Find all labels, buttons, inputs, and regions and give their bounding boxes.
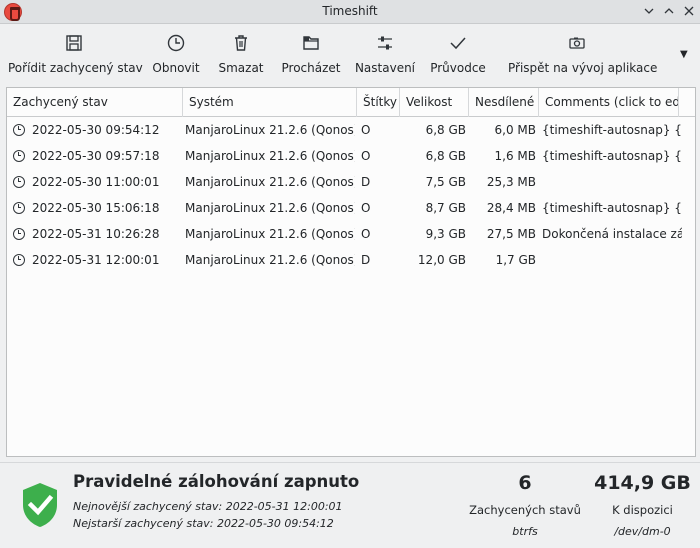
trash-icon — [235, 35, 247, 51]
snapshot-date: 2022-05-30 15:06:18 — [32, 201, 160, 215]
column-header-system[interactable]: Systém — [183, 88, 357, 117]
comment-cell[interactable] — [542, 247, 682, 273]
table-row[interactable]: 2022-05-31 12:00:01 ManjaroLinux 21.2.6 … — [7, 247, 695, 273]
restore-button[interactable]: Obnovit — [148, 33, 204, 77]
system-cell: ManjaroLinux 21.2.6 (Qonos) — [185, 253, 355, 267]
delete-label: Smazat — [218, 61, 264, 75]
donate-label: Přispět na vývoj aplikace — [508, 61, 658, 75]
settings-sliders-icon — [378, 36, 392, 50]
table-row[interactable]: 2022-05-30 09:57:18 ManjaroLinux 21.2.6 … — [7, 143, 695, 169]
unshared-cell: 1,6 MB — [494, 149, 536, 163]
oldest-snapshot-text: Nejstarší zachycený stav: 2022-05-30 09:… — [73, 517, 334, 530]
comment-cell[interactable] — [542, 169, 682, 195]
device-text: /dev/dm-0 — [614, 525, 671, 538]
wizard-button[interactable]: Průvodce — [428, 33, 488, 77]
toolbar-overflow-button[interactable]: ▼ — [680, 49, 688, 60]
shield-check-icon — [23, 483, 57, 527]
title-bar: Timeshift — [0, 0, 700, 24]
folder-icon — [303, 36, 319, 50]
toolbar: Pořídit zachycený stav Obnovit Smazat Pr… — [0, 25, 700, 81]
unshared-cell: 28,4 MB — [486, 201, 536, 215]
clock-icon — [13, 228, 25, 240]
chevron-down-icon — [644, 8, 654, 14]
system-cell: ManjaroLinux 21.2.6 (Qonos) — [185, 123, 355, 137]
column-header-unshared[interactable]: Nesdílené — [469, 88, 539, 117]
browse-label: Procházet — [281, 61, 341, 75]
comment-cell[interactable]: {timeshift-autosnap} {c... — [542, 143, 682, 169]
comment-cell[interactable]: {timeshift-autosnap} {c... — [542, 117, 682, 143]
column-header-size[interactable]: Velikost — [400, 88, 469, 117]
snapshot-date: 2022-05-31 10:26:28 — [32, 227, 160, 241]
save-icon — [66, 35, 82, 51]
tags-cell: D — [361, 175, 371, 189]
tags-cell: O — [361, 149, 371, 163]
minimize-button[interactable] — [640, 2, 658, 20]
column-header-tags[interactable]: Štítky — [357, 88, 400, 117]
status-panel: Pravidelné zálohování zapnuto Nejnovější… — [0, 462, 700, 548]
comment-cell[interactable]: {timeshift-autosnap} {c... — [542, 195, 682, 221]
size-cell: 6,8 GB — [425, 149, 466, 163]
settings-button[interactable]: Nastavení — [354, 33, 416, 77]
column-header-snapshot[interactable]: Zachycený stav — [7, 88, 183, 117]
size-cell: 7,5 GB — [425, 175, 466, 189]
maximize-button[interactable] — [660, 2, 678, 20]
clock-icon — [13, 124, 25, 136]
close-icon — [684, 6, 694, 16]
snapshot-date: 2022-05-30 09:54:12 — [32, 123, 160, 137]
create-snapshot-label: Pořídit zachycený stav — [8, 61, 143, 75]
snapshot-count-label: Zachycených stavů — [469, 503, 581, 517]
table-row[interactable]: 2022-05-30 09:54:12 ManjaroLinux 21.2.6 … — [7, 117, 695, 143]
snapshot-date: 2022-05-30 09:57:18 — [32, 149, 160, 163]
size-cell: 6,8 GB — [425, 123, 466, 137]
size-cell: 8,7 GB — [425, 201, 466, 215]
column-header-comments[interactable]: Comments (click to edit) — [539, 88, 679, 117]
restore-clock-icon — [167, 34, 185, 52]
wizard-label: Průvodce — [430, 61, 486, 75]
window-title: Timeshift — [322, 4, 378, 18]
newest-snapshot-text: Nejnovější zachycený stav: 2022-05-31 12… — [73, 500, 343, 513]
unshared-cell: 6,0 MB — [494, 123, 536, 137]
create-snapshot-button[interactable]: Pořídit zachycený stav — [8, 33, 143, 77]
table-row[interactable]: 2022-05-30 11:00:01 ManjaroLinux 21.2.6 … — [7, 169, 695, 195]
chevron-up-icon — [664, 8, 674, 14]
snapshot-count: 6 — [518, 472, 532, 494]
clock-icon — [13, 176, 25, 188]
checkmark-icon — [450, 37, 466, 50]
system-cell: ManjaroLinux 21.2.6 (Qonos) — [185, 149, 355, 163]
snapshot-date: 2022-05-30 11:00:01 — [32, 175, 160, 189]
table-row[interactable]: 2022-05-31 10:26:28 ManjaroLinux 21.2.6 … — [7, 221, 695, 247]
donate-button[interactable]: Přispět na vývoj aplikace — [508, 33, 658, 77]
system-cell: ManjaroLinux 21.2.6 (Qonos) — [185, 201, 355, 215]
system-cell: ManjaroLinux 21.2.6 (Qonos) — [185, 175, 355, 189]
system-cell: ManjaroLinux 21.2.6 (Qonos) — [185, 227, 355, 241]
tags-cell: O — [361, 201, 371, 215]
close-button[interactable] — [680, 2, 698, 20]
clock-icon — [13, 202, 25, 214]
size-cell: 12,0 GB — [417, 253, 466, 267]
available-space: 414,9 GB — [594, 472, 691, 494]
unshared-cell: 25,3 MB — [486, 175, 536, 189]
status-title: Pravidelné zálohování zapnuto — [73, 472, 360, 491]
snapshot-date: 2022-05-31 12:00:01 — [32, 253, 160, 267]
tags-cell: D — [361, 253, 371, 267]
camera-icon — [569, 37, 585, 49]
snapshot-table: Zachycený stav Systém Štítky Velikost Ne… — [6, 87, 696, 457]
unshared-cell: 1,7 GB — [495, 253, 536, 267]
browse-button[interactable]: Procházet — [279, 33, 343, 77]
table-header: Zachycený stav Systém Štítky Velikost Ne… — [7, 88, 695, 117]
available-space-label: K dispozici — [612, 503, 673, 517]
table-row[interactable]: 2022-05-30 15:06:18 ManjaroLinux 21.2.6 … — [7, 195, 695, 221]
comment-cell[interactable]: Dokončená instalace zá... — [542, 221, 682, 247]
unshared-cell: 27,5 MB — [486, 227, 536, 241]
delete-button[interactable]: Smazat — [216, 33, 266, 77]
tags-cell: O — [361, 227, 371, 241]
clock-icon — [13, 254, 25, 266]
size-cell: 9,3 GB — [425, 227, 466, 241]
restore-label: Obnovit — [152, 61, 200, 75]
settings-label: Nastavení — [354, 61, 416, 75]
filesystem-text: btrfs — [512, 525, 538, 538]
clock-icon — [13, 150, 25, 162]
tags-cell: O — [361, 123, 371, 137]
